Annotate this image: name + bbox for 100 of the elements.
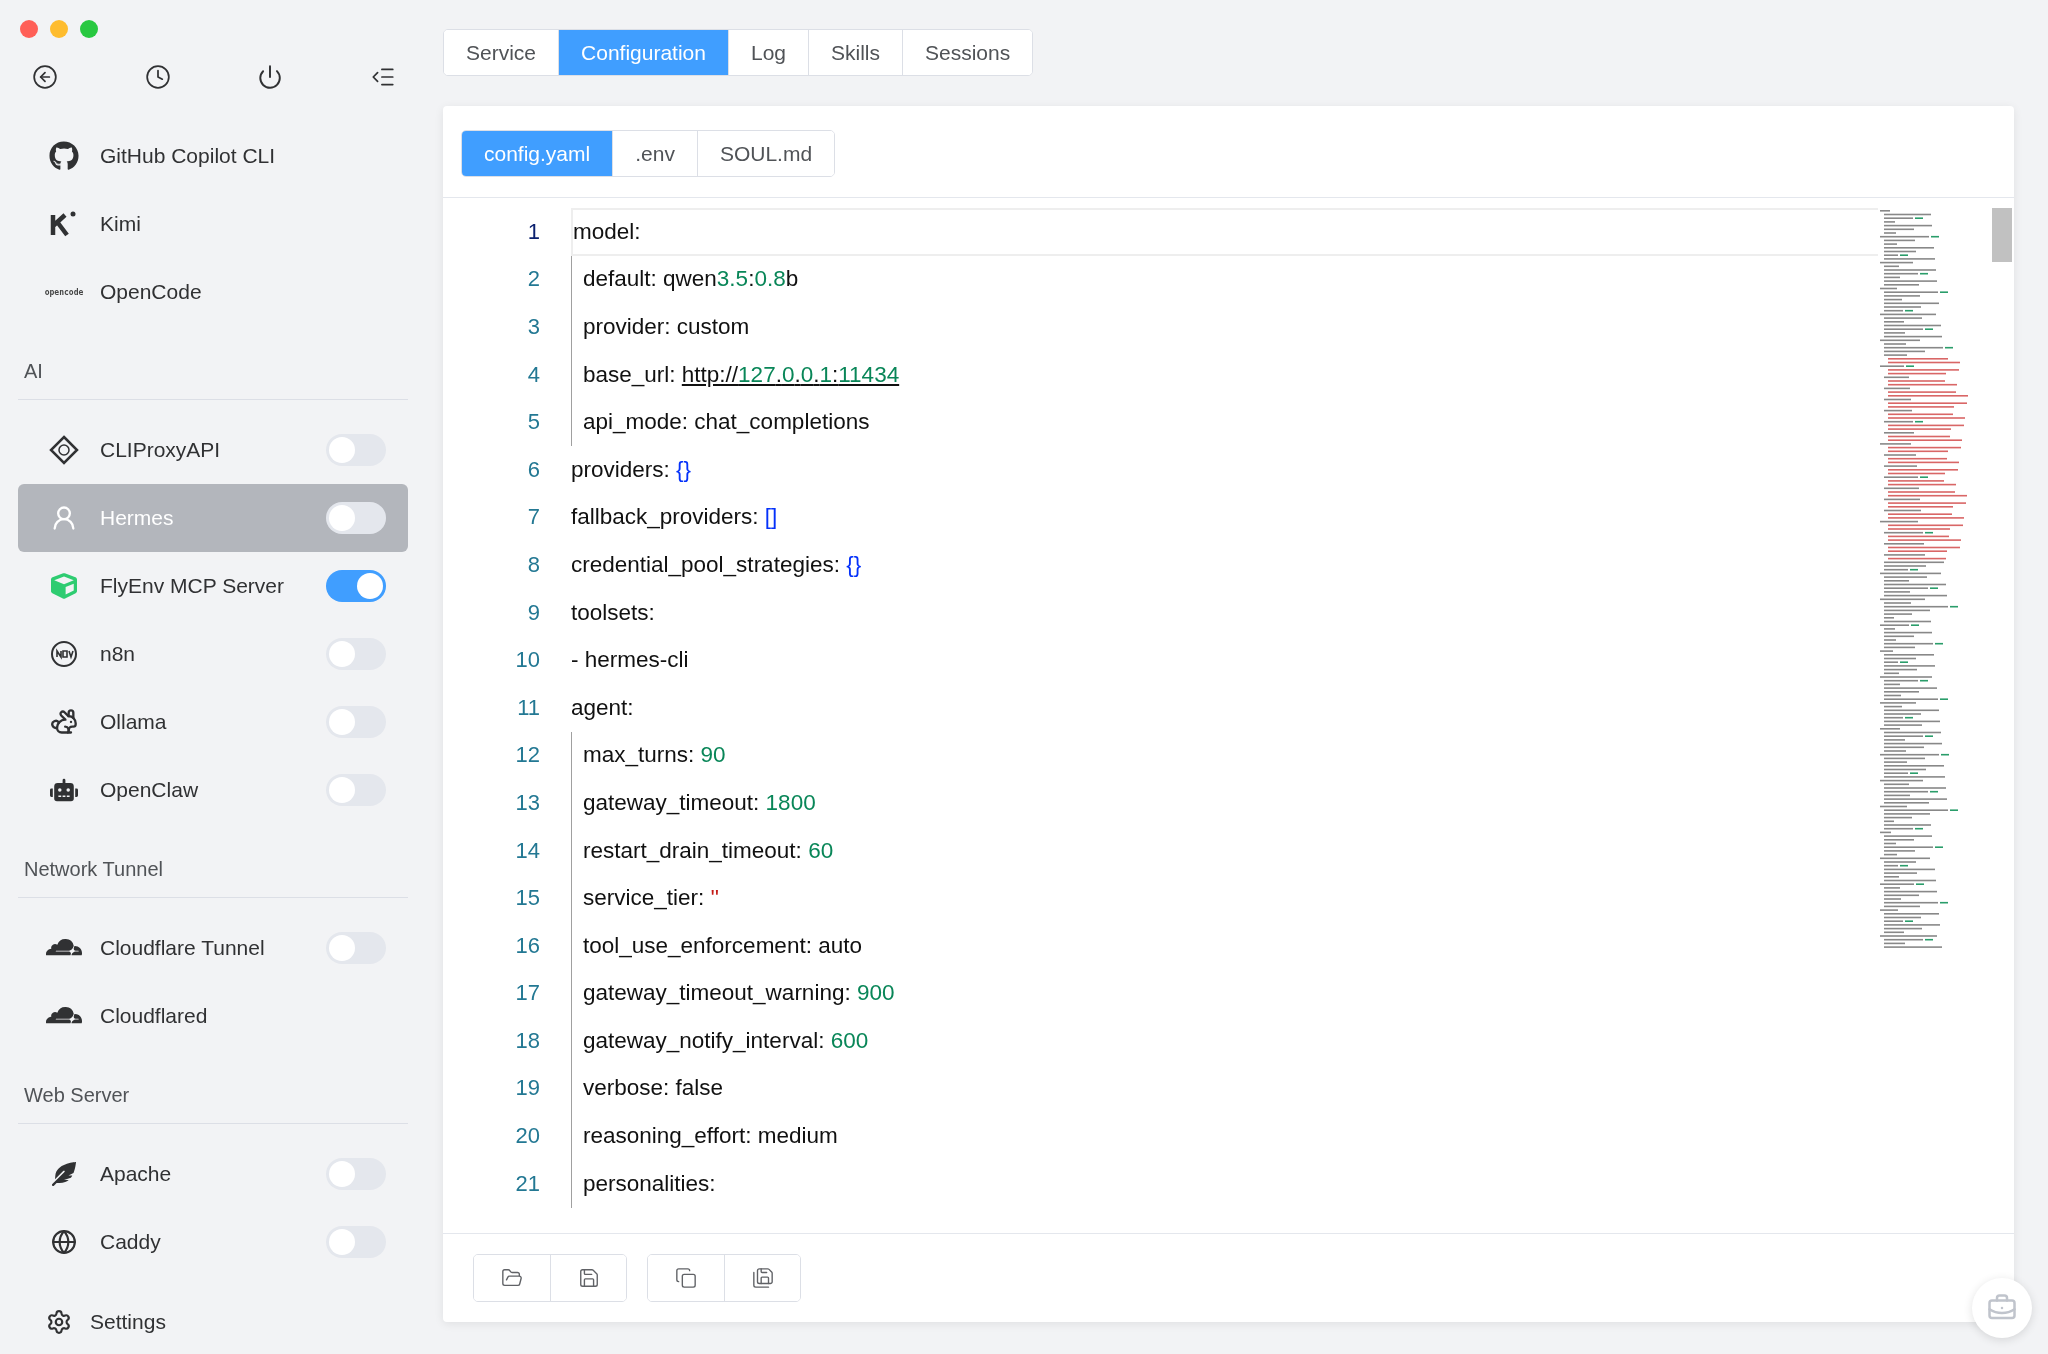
folder-icon — [501, 1267, 523, 1289]
line-number: 21 — [514, 1170, 540, 1197]
line-number: 2 — [526, 266, 540, 293]
line-number: 19 — [514, 1075, 540, 1102]
sidebar-item[interactable]: Caddy — [18, 1208, 408, 1276]
item-label: GitHub Copilot CLI — [100, 144, 277, 168]
code-line: gateway_timeout: 1800 — [583, 789, 816, 816]
sidebar-item[interactable]: opencode OpenCode — [18, 258, 408, 326]
toggle-switch[interactable] — [326, 638, 386, 670]
code-line: gateway_notify_interval: 600 — [583, 1027, 869, 1054]
line-number: 17 — [514, 980, 540, 1007]
item-label: OpenClaw — [100, 778, 200, 802]
toggle-switch[interactable] — [326, 1158, 386, 1190]
sidebar-item[interactable]: GitHub Copilot CLI — [18, 122, 408, 190]
line-number: 15 — [514, 885, 540, 912]
code-line: api_mode: chat_completions — [583, 409, 870, 436]
toggle-switch[interactable] — [326, 570, 386, 602]
globe-icon — [51, 1229, 77, 1255]
settings-icon — [46, 1309, 72, 1335]
section-title: Web Server — [23, 1083, 131, 1108]
toggle-switch[interactable] — [326, 434, 386, 466]
feather-icon — [52, 1162, 76, 1186]
code-line: max_turns: 90 — [583, 742, 726, 769]
line-number: 11 — [516, 694, 540, 721]
item-label: Caddy — [100, 1230, 162, 1254]
sidebar-item[interactable]: n8n — [18, 620, 408, 688]
item-label: OpenCode — [100, 280, 203, 304]
settings-item[interactable]: Settings — [18, 1302, 408, 1342]
item-label: Kimi — [100, 212, 142, 236]
sidebar-item[interactable]: Cloudflare Tunnel — [18, 914, 408, 982]
robot-icon — [50, 776, 78, 804]
line-number: 13 — [514, 789, 540, 816]
code-line: model: — [573, 218, 641, 245]
code-line: reasoning_effort: medium — [583, 1123, 838, 1150]
toggle-switch[interactable] — [326, 502, 386, 534]
line-number: 8 — [526, 551, 540, 578]
minimize-window-button[interactable] — [50, 20, 68, 38]
sidebar-item[interactable]: Apache — [18, 1140, 408, 1208]
zoom-window-button[interactable] — [80, 20, 98, 38]
toggle-switch[interactable] — [326, 932, 386, 964]
power-icon[interactable] — [257, 64, 284, 90]
toggle-switch[interactable] — [326, 1226, 386, 1258]
save-button[interactable] — [550, 1255, 626, 1301]
code-line: base_url: http://127.0.0.1:11434 — [583, 361, 900, 388]
sidebar-item[interactable]: Ollama — [18, 688, 408, 756]
save-as-button[interactable] — [724, 1255, 800, 1301]
floppy-disks-icon — [751, 1267, 774, 1289]
line-number: 4 — [526, 361, 540, 388]
line-number: 20 — [514, 1123, 540, 1150]
line-number: 7 — [526, 504, 540, 531]
sidebar-item[interactable]: Cloudflared — [18, 982, 408, 1050]
line-number: 1 — [526, 218, 540, 245]
code-line: personalities: — [583, 1170, 716, 1197]
circle-logo-icon — [50, 640, 78, 668]
line-number: 10 — [514, 647, 540, 674]
item-label: Apache — [100, 1162, 173, 1186]
close-window-button[interactable] — [20, 20, 38, 38]
sidebar-item[interactable]: OpenClaw — [18, 756, 408, 824]
line-number: 3 — [526, 314, 540, 340]
item-label: CLIProxyAPI — [100, 438, 222, 462]
code-line: providers: {} — [571, 456, 692, 483]
line-number: 12 — [514, 742, 540, 769]
item-label: FlyEnv MCP Server — [100, 574, 285, 598]
diamond-logo-icon — [49, 435, 79, 465]
line-number: 16 — [514, 932, 540, 959]
code-line: credential_pool_strategies: {} — [571, 551, 862, 578]
code-line: tool_use_enforcement: auto — [583, 932, 862, 959]
scrollbar-thumb[interactable] — [1992, 208, 2012, 262]
toggle-switch[interactable] — [326, 774, 386, 806]
back-icon[interactable] — [32, 64, 58, 90]
toggle-switch[interactable] — [326, 706, 386, 738]
cube-icon — [51, 573, 77, 599]
line-number: 9 — [526, 599, 540, 626]
line-number: 14 — [514, 837, 540, 864]
toolbox-button[interactable] — [1972, 1278, 2032, 1338]
code-line: verbose: false — [583, 1075, 724, 1102]
line-number: 18 — [514, 1027, 540, 1054]
kimi-logo-icon — [50, 211, 78, 237]
item-label: Cloudflared — [100, 1004, 209, 1028]
sidebar-item[interactable]: Kimi — [18, 190, 408, 258]
code-line: toolsets: — [571, 599, 655, 626]
code-line: provider: custom — [583, 314, 750, 340]
opencode-logo: opencode — [44, 287, 84, 297]
sidebar-item[interactable]: CLIProxyAPI — [18, 416, 408, 484]
code-line: fallback_providers: [] — [571, 504, 778, 531]
item-label: Cloudflare Tunnel — [100, 936, 266, 960]
line-number: 6 — [526, 456, 540, 483]
code-line: gateway_timeout_warning: 900 — [583, 980, 895, 1007]
code-line: - hermes-cli — [571, 647, 689, 674]
clock-icon[interactable] — [144, 64, 171, 90]
item-label: Ollama — [100, 710, 168, 734]
tab[interactable]: Sessions — [902, 30, 1033, 75]
item-label: Hermes — [100, 506, 175, 530]
file-tab[interactable]: SOUL.md — [696, 131, 835, 176]
sidebar-item[interactable]: FlyEnv MCP Server — [18, 552, 408, 620]
code-line: agent: — [571, 694, 634, 721]
section-title: AI — [23, 359, 44, 384]
item-label: n8n — [100, 642, 137, 666]
code-line: restart_drain_timeout: 60 — [583, 837, 834, 864]
github-icon — [49, 141, 79, 171]
